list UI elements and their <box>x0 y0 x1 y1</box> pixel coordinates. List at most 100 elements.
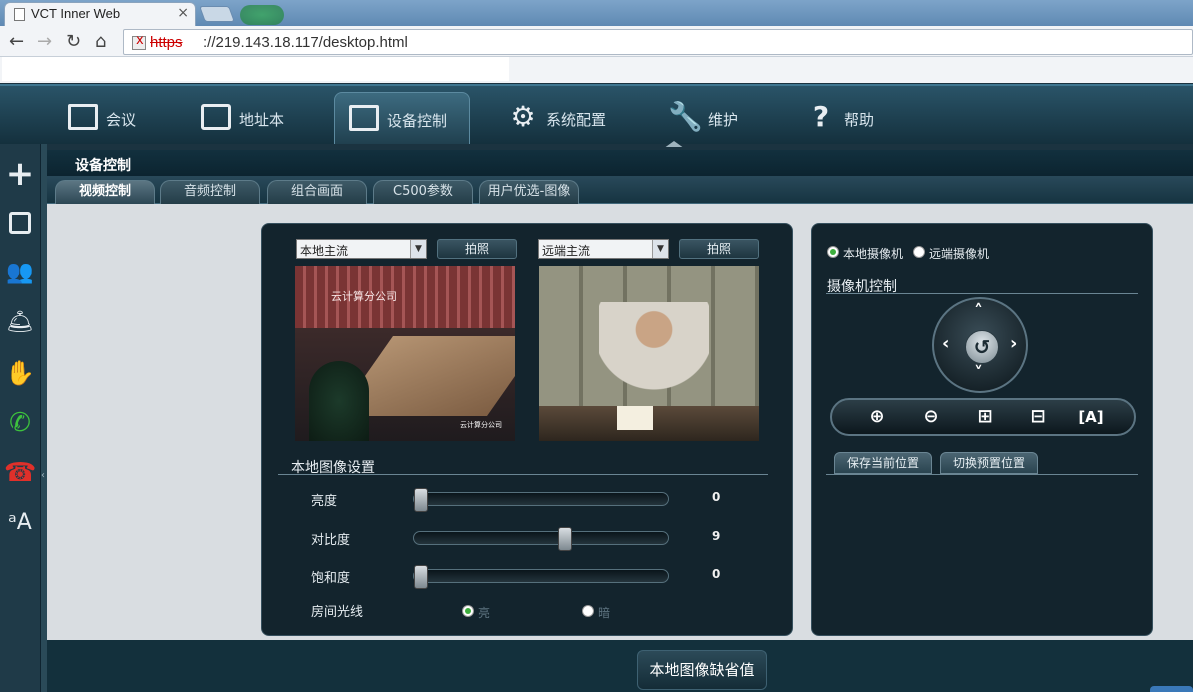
presenter-silhouette <box>599 302 709 412</box>
url-input[interactable]: x https ://219.143.18.117/desktop.html <box>123 29 1193 55</box>
nav-item-meeting[interactable]: 会议 <box>66 94 176 144</box>
contact-search-icon[interactable] <box>4 207 36 239</box>
nav-item-system-config[interactable]: ⚙ 系统配置 <box>506 94 626 144</box>
remote-snapshot-button[interactable]: 拍照 <box>679 239 759 259</box>
tab-user-preferred-image[interactable]: 用户优选-图像 <box>479 180 579 204</box>
back-icon[interactable]: ← <box>9 31 24 52</box>
light-bright-label: 亮 <box>478 606 491 620</box>
nav-item-address-book[interactable]: 地址本 <box>199 94 309 144</box>
local-camera-radio[interactable] <box>827 246 839 258</box>
local-stream-value: 本地主流 <box>300 244 349 258</box>
chevron-down-icon: ▼ <box>410 240 426 258</box>
video-panel: 本地主流 ▼ 拍照 远端主流 ▼ 拍照 云计算分公司 云计算分公司 本地图像设置… <box>261 223 793 636</box>
saturation-value: 0 <box>712 567 721 581</box>
address-bar-row: ← → ↻ ⌂ x https ://219.143.18.117/deskto… <box>0 26 1193 57</box>
remote-stream-value: 远端主流 <box>542 244 591 258</box>
page-icon <box>14 8 25 21</box>
call-icon[interactable]: ✆ <box>4 407 36 439</box>
tab-title: VCT Inner Web <box>31 6 121 21</box>
tab-composite-view[interactable]: 组合画面 <box>267 180 367 204</box>
tab-close-icon[interactable]: × <box>177 5 189 21</box>
meeting-icon <box>66 100 100 134</box>
nav-item-device-control[interactable]: 设备控制 <box>334 92 470 144</box>
url-error-mark: x <box>136 33 144 48</box>
local-video-watermark: 云计算分公司 <box>460 421 502 429</box>
hangup-icon[interactable]: ☎ <box>4 457 36 489</box>
nav-item-help[interactable]: ? 帮助 <box>804 94 894 144</box>
zoom-out-icon[interactable]: ⊖ <box>916 404 946 430</box>
divider <box>826 293 1138 294</box>
light-dark-radio[interactable] <box>582 605 594 617</box>
name-placard <box>617 406 653 430</box>
contrast-slider-thumb[interactable] <box>558 527 572 551</box>
bottom-bar: 本地图像缺省值 <box>47 640 1193 692</box>
tab-c500-params[interactable]: C500参数 <box>373 180 473 204</box>
contrast-slider[interactable] <box>413 527 669 551</box>
section-title: 设备控制 <box>75 158 131 174</box>
remote-camera-label: 远端摄像机 <box>929 247 990 261</box>
url-scheme: https <box>150 34 183 51</box>
nav-label: 地址本 <box>239 111 285 129</box>
url-path: ://219.143.18.117/desktop.html <box>203 34 408 51</box>
remote-camera-radio[interactable] <box>913 246 925 258</box>
bell-icon[interactable]: 🛎 <box>4 307 36 339</box>
light-dark-label: 暗 <box>598 606 611 620</box>
tab-video-control[interactable]: 视频控制 <box>55 180 155 204</box>
brightness-slider-thumb[interactable] <box>414 488 428 512</box>
nav-label: 系统配置 <box>546 111 607 129</box>
brightness-label: 亮度 <box>311 494 338 509</box>
nav-label: 会议 <box>106 111 137 129</box>
local-stream-select[interactable]: 本地主流 ▼ <box>296 239 427 259</box>
font-size-icon[interactable]: ᵃA <box>4 507 36 539</box>
focus-far-icon[interactable]: ⊟ <box>1023 404 1053 430</box>
forward-icon[interactable]: → <box>37 31 52 52</box>
restore-default-button[interactable]: 本地图像缺省值 <box>637 650 767 690</box>
local-snapshot-button[interactable]: 拍照 <box>437 239 517 259</box>
room-light-label: 房间光线 <box>311 605 364 620</box>
help-icon: ? <box>812 100 830 133</box>
zoom-focus-bar: ⊕ ⊖ ⊞ ⊟ [A] <box>830 398 1136 436</box>
divider <box>278 474 768 475</box>
saturation-slider[interactable] <box>413 565 669 589</box>
auto-focus-icon[interactable]: [A] <box>1076 404 1106 430</box>
pan-left-icon[interactable]: ‹ <box>942 333 949 354</box>
corner-badge <box>1150 686 1193 692</box>
local-video[interactable]: 云计算分公司 云计算分公司 <box>295 266 515 441</box>
gear-icon: ⚙ <box>510 100 536 133</box>
pan-right-icon[interactable]: › <box>1010 333 1017 354</box>
local-camera-label: 本地摄像机 <box>843 247 904 261</box>
zoom-in-icon[interactable]: ⊕ <box>862 404 892 430</box>
blurred-avatar <box>240 5 284 25</box>
participants-icon[interactable]: 👥 <box>4 257 36 289</box>
save-position-button[interactable]: 保存当前位置 <box>834 452 932 474</box>
nav-label: 维护 <box>708 111 739 129</box>
home-icon[interactable]: ⌂ <box>95 31 106 52</box>
divider <box>826 474 1138 475</box>
brightness-slider[interactable] <box>413 488 669 512</box>
contrast-value: 9 <box>712 529 721 543</box>
left-toolbar: + 👥 🛎 ✋ ✆ ☎ ᵃA <box>0 144 41 692</box>
hand-raise-icon[interactable]: ✋ <box>4 357 36 389</box>
wrench-icon: 🔧 <box>668 100 703 133</box>
reset-position-icon[interactable]: ↺ <box>965 330 999 364</box>
remote-video[interactable] <box>539 266 759 441</box>
switch-preset-button[interactable]: 切换预置位置 <box>940 452 1038 474</box>
focus-near-icon[interactable]: ⊞ <box>970 404 1000 430</box>
subtabs-bar: 视频控制 音频控制 组合画面 C500参数 用户优选-图像 <box>47 176 1193 204</box>
section-header: 设备控制 <box>47 150 1193 176</box>
saturation-label: 饱和度 <box>311 571 351 586</box>
saturation-slider-thumb[interactable] <box>414 565 428 589</box>
tilt-down-icon[interactable]: ˅ <box>974 363 983 384</box>
nav-item-maintenance[interactable]: 🔧 维护 <box>668 94 758 144</box>
tab-audio-control[interactable]: 音频控制 <box>160 180 260 204</box>
add-icon[interactable]: + <box>4 157 36 191</box>
ptz-joystick[interactable]: ˄ ˅ ‹ › ↺ <box>932 297 1028 393</box>
reload-icon[interactable]: ↻ <box>66 31 81 52</box>
remote-stream-select[interactable]: 远端主流 ▼ <box>538 239 669 259</box>
light-bright-radio[interactable] <box>462 605 474 617</box>
new-tab-button[interactable] <box>199 6 235 22</box>
brightness-value: 0 <box>712 490 721 504</box>
nav-label: 设备控制 <box>387 112 448 130</box>
tilt-up-icon[interactable]: ˄ <box>974 301 983 322</box>
browser-tab[interactable]: VCT Inner Web × <box>4 2 196 26</box>
